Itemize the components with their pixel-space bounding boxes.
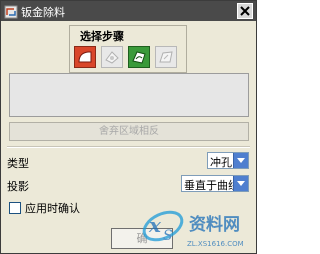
window-title: 钣金除料: [21, 6, 65, 19]
selection-list-box[interactable]: [9, 73, 249, 117]
close-icon: [240, 6, 250, 16]
dialog-window: 钣金除料 选择步骤 舍弃区域相反 类型 冲孔 投影 垂直于曲线 应用时确认 确 …: [0, 0, 257, 254]
dialog-body: 选择步骤 舍弃区域相反 类型 冲孔 投影 垂直于曲线 应用时确认 确: [1, 21, 256, 253]
step-4-button[interactable]: [155, 46, 177, 68]
projection-select[interactable]: 垂直于曲线: [181, 175, 249, 192]
type-label: 类型: [7, 157, 29, 170]
projection-select-value: 垂直于曲线: [184, 179, 239, 192]
title-bar[interactable]: 钣金除料: [1, 1, 256, 21]
sheet-shape-icon: [159, 51, 173, 63]
sheet-face-icon: [78, 51, 92, 63]
steps-title: 选择步骤: [80, 30, 124, 43]
type-select[interactable]: 冲孔: [207, 152, 249, 169]
projection-label: 投影: [7, 180, 29, 193]
chevron-down-icon[interactable]: [233, 153, 248, 168]
confirm-on-apply-label: 应用时确认: [25, 202, 80, 215]
selection-steps-group: 选择步骤: [69, 25, 187, 73]
flip-region-button[interactable]: 舍弃区域相反: [9, 122, 249, 141]
sheet-curve-icon: [132, 51, 146, 64]
chevron-down-icon[interactable]: [233, 176, 248, 191]
close-button[interactable]: [237, 3, 253, 19]
separator: [7, 146, 250, 148]
ok-button[interactable]: 确: [111, 228, 173, 249]
app-icon: [4, 4, 18, 19]
step-2-button[interactable]: [101, 46, 123, 68]
sheet-region-icon: [105, 51, 119, 64]
step-3-button[interactable]: [128, 46, 150, 68]
confirm-on-apply-checkbox[interactable]: [9, 202, 21, 214]
type-select-value: 冲孔: [210, 156, 232, 169]
step-1-button[interactable]: [74, 46, 96, 68]
